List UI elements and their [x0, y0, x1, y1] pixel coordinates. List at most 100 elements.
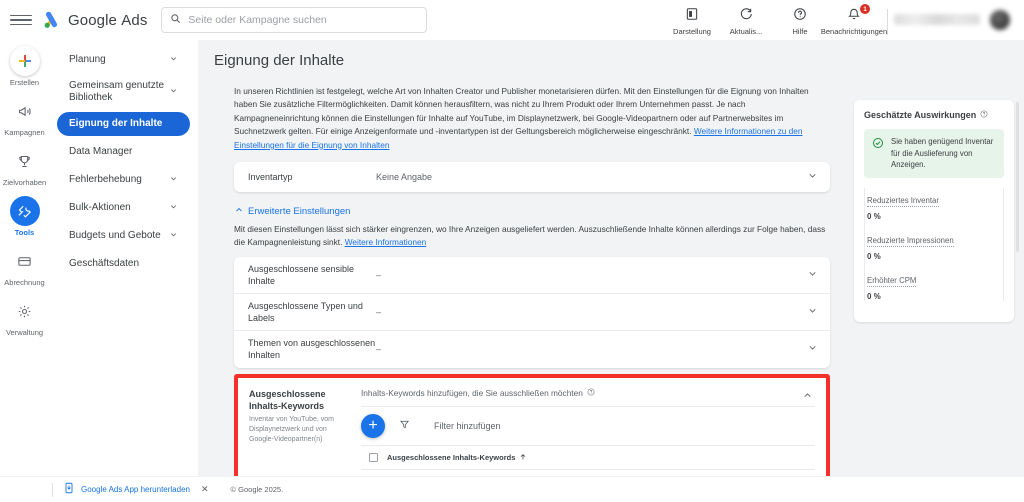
advanced-settings-card: Ausgeschlossene sensible Inhalte – Ausge… — [234, 256, 830, 368]
notification-badge: 1 — [860, 4, 870, 15]
hamburger-icon[interactable] — [10, 9, 32, 31]
sidebar-item-bibliothek[interactable]: Gemeinsam genutzte Bibliothek — [57, 76, 190, 108]
avatar[interactable] — [990, 10, 1010, 31]
filter-funnel-icon[interactable] — [399, 417, 410, 435]
search-input[interactable]: Seite oder Kampagne suchen — [161, 7, 428, 33]
help-label: Hilfe — [792, 27, 808, 37]
keyword-panel-left: Ausgeschlossene Inhalts-Keywords Inventa… — [249, 388, 361, 476]
rail-item-erstellen[interactable]: Erstellen — [0, 46, 49, 87]
metric-value: 0 % — [867, 212, 881, 222]
chevron-down-icon — [169, 230, 178, 242]
page-title: Eignung der Inhalte — [214, 52, 345, 69]
table-row[interactable]: Themen von ausgeschlossenen Inhalten – — [234, 331, 830, 367]
select-all-checkbox[interactable] — [369, 453, 378, 463]
google-ads-logo[interactable]: Google Ads — [42, 10, 147, 30]
chevron-down-icon[interactable] — [804, 340, 818, 358]
sidebar-item-fehlerbehebung[interactable]: Fehlerbehebung — [57, 168, 190, 192]
chevron-down-icon[interactable] — [804, 303, 818, 321]
add-keyword-button[interactable]: + — [361, 413, 385, 438]
sidebar-item-geschaeftsdaten[interactable]: Geschäftsdaten — [57, 252, 190, 276]
sidebar-label-eignung: Eignung der Inhalte — [69, 118, 163, 129]
top-bar-actions: Darstellung Aktualis... Hilfe 1 Benachri… — [665, 3, 1016, 37]
refresh-label: Aktualis... — [729, 27, 763, 37]
rail-item-abrechnung[interactable]: Abrechnung — [0, 246, 49, 287]
column-header-keywords[interactable]: Ausgeschlossene Inhalts-Keywords — [387, 453, 527, 463]
sidebar-item-bulk-aktionen[interactable]: Bulk-Aktionen — [57, 196, 190, 220]
rail-item-tools[interactable]: Tools — [0, 196, 49, 237]
advanced-description-link[interactable]: Weitere Informationen — [345, 237, 426, 247]
check-circle-icon — [872, 136, 884, 154]
help-icon — [793, 7, 807, 26]
rail-label-erstellen: Erstellen — [9, 78, 40, 87]
footer-bar: Google Ads App herunterladen ✕ © Google … — [0, 476, 1024, 502]
advanced-description: Mit diesen Einstellungen lässt sich stär… — [234, 223, 830, 250]
sidebar-item-eignung-der-inhalte[interactable]: Eignung der Inhalte — [57, 112, 190, 136]
body: Erstellen Kampagnen Zielvorhaben Tools A… — [0, 40, 1024, 476]
sidebar-label-planung: Planung — [69, 54, 106, 65]
appearance-button[interactable]: Darstellung — [665, 3, 719, 37]
google-ads-app: Google Ads Seite oder Kampagne suchen Da… — [0, 0, 1024, 502]
red-highlight-box: Ausgeschlossene Inhalts-Keywords Inventa… — [234, 373, 830, 476]
notifications-label: Benachrichtigungen — [820, 27, 888, 37]
table-row[interactable]: Ausgeschlossene sensible Inhalte – — [234, 257, 830, 294]
help-button[interactable]: Hilfe — [773, 3, 827, 37]
sidebar-item-data-manager[interactable]: Data Manager — [57, 140, 190, 164]
icon-rail: Erstellen Kampagnen Zielvorhaben Tools A… — [0, 40, 49, 476]
chevron-down-icon — [169, 54, 178, 66]
download-app-promo: Google Ads App herunterladen ✕ — [63, 481, 209, 499]
scrollbar[interactable] — [1016, 102, 1019, 252]
keyword-toolbar: + Filter hinzufügen — [361, 405, 815, 445]
sidebar-item-planung[interactable]: Planung — [57, 48, 190, 72]
intro-paragraph: In unseren Richtlinien ist festgelegt, w… — [234, 85, 830, 152]
row-value-themen: – — [376, 344, 382, 355]
side-panel: Geschätzte Auswirkungen Sie haben genüge… — [854, 50, 1024, 476]
chevron-up-icon[interactable] — [802, 388, 813, 406]
sidebar-label-budgets: Budgets und Gebote — [69, 230, 161, 241]
keyword-panel-right: Inhalts-Keywords hinzufügen, die Sie aus… — [361, 388, 815, 476]
rail-label-zielvorhaben: Zielvorhaben — [2, 178, 47, 187]
sidebar-label-geschaeftsdaten: Geschäftsdaten — [69, 258, 140, 269]
status-text: Sie haben genügend Inventar für die Ausl… — [891, 137, 994, 170]
keyword-panel-header: Inhalts-Keywords hinzufügen, die Sie aus… — [361, 388, 815, 406]
metric-reduziertes-inventar: Reduziertes Inventar 0 % — [867, 190, 1001, 221]
chevron-down-icon — [169, 174, 178, 186]
estimated-impact-title-row: Geschätzte Auswirkungen — [864, 110, 1004, 120]
chevron-down-icon[interactable] — [804, 168, 818, 186]
gear-icon — [10, 296, 40, 326]
account-name-redacted[interactable] — [894, 14, 980, 26]
column-header-label: Ausgeschlossene Inhalts-Keywords — [387, 453, 516, 463]
sidebar-label-data-manager: Data Manager — [69, 146, 133, 157]
table-row[interactable]: Ausgeschlossene Typen und Labels – — [234, 294, 830, 332]
divider — [52, 482, 53, 497]
rail-item-kampagnen[interactable]: Kampagnen — [0, 96, 49, 137]
sidebar-label-bulk-aktionen: Bulk-Aktionen — [69, 202, 131, 213]
metric-value: 0 % — [867, 292, 881, 302]
inventory-type-label: Inventartyp — [248, 172, 293, 183]
billing-card-icon — [10, 246, 40, 276]
metric-erhoehter-cpm: Erhöhter CPM 0 % — [867, 270, 1001, 301]
notifications-button[interactable]: 1 Benachrichtigungen — [821, 3, 887, 37]
refresh-button[interactable]: Aktualis... — [719, 3, 773, 37]
main-column: Eignung der Inhalte In unseren Richtlini… — [208, 50, 854, 476]
close-icon[interactable]: ✕ — [201, 484, 209, 495]
sidebar-item-budgets-und-gebote[interactable]: Budgets und Gebote — [57, 224, 190, 248]
advanced-settings-label: Erweiterte Einstellungen — [248, 206, 351, 218]
status-banner: Sie haben genügend Inventar für die Ausl… — [864, 129, 1004, 179]
inventory-type-card: Inventartyp Keine Angabe — [234, 162, 830, 193]
download-app-label[interactable]: Google Ads App herunterladen — [81, 485, 190, 494]
rail-label-tools: Tools — [14, 228, 35, 237]
keyword-panel-title: Ausgeschlossene Inhalts-Keywords — [249, 388, 326, 411]
help-circle-icon[interactable] — [980, 110, 988, 120]
rail-item-verwaltung[interactable]: Verwaltung — [0, 296, 49, 337]
plus-icon — [9, 46, 40, 76]
chevron-down-icon[interactable] — [804, 266, 818, 284]
row-label-typen-und-labels: Ausgeschlossene Typen und Labels — [248, 301, 363, 324]
tools-wrench-icon — [9, 196, 40, 226]
help-circle-icon[interactable] — [587, 388, 595, 398]
advanced-settings-toggle[interactable]: Erweiterte Einstellungen — [234, 205, 844, 218]
copyright: © Google 2025. — [230, 485, 284, 494]
add-filter-label[interactable]: Filter hinzufügen — [434, 421, 501, 431]
rail-item-zielvorhaben[interactable]: Zielvorhaben — [0, 146, 49, 187]
inventory-type-row[interactable]: Inventartyp Keine Angabe — [234, 162, 830, 192]
sidebar-label-fehlerbehebung: Fehlerbehebung — [69, 174, 142, 185]
